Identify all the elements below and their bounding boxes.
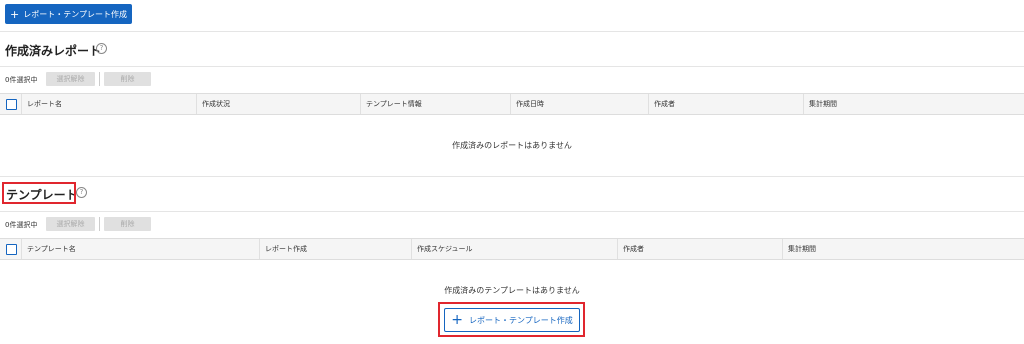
create-button-label: レポート・テンプレート作成 bbox=[23, 9, 127, 19]
select-all-checkbox[interactable] bbox=[6, 244, 17, 255]
divider bbox=[0, 31, 1024, 32]
plus-icon: + bbox=[10, 7, 20, 21]
templates-table-header: テンプレート名 レポート作成 作成スケジュール 作成者 集計期間 bbox=[0, 238, 1024, 260]
reports-table-header: レポート名 作成状況 テンプレート情報 作成日時 作成者 集計期間 bbox=[0, 93, 1024, 115]
help-icon[interactable]: ? bbox=[96, 43, 107, 54]
column-header-template-name[interactable]: テンプレート名 bbox=[21, 239, 76, 259]
column-header-status[interactable]: 作成状況 bbox=[196, 94, 230, 114]
reports-section-title: 作成済みレポート bbox=[5, 44, 102, 58]
selected-count: 0件選択中 bbox=[5, 76, 38, 84]
reports-empty-message: 作成済みのレポートはありません bbox=[452, 141, 572, 150]
divider bbox=[0, 211, 1024, 212]
create-report-template-button[interactable]: + レポート・テンプレート作成 bbox=[5, 4, 132, 24]
highlight-box bbox=[2, 182, 76, 204]
divider bbox=[0, 176, 1024, 177]
toolbar-separator bbox=[99, 72, 100, 86]
templates-empty-message: 作成済みのテンプレートはありません bbox=[444, 286, 580, 295]
toolbar-separator bbox=[99, 217, 100, 231]
deselect-button[interactable]: 選択解除 bbox=[46, 72, 95, 86]
column-header-period[interactable]: 集計期間 bbox=[803, 94, 837, 114]
highlight-box bbox=[438, 302, 585, 337]
divider bbox=[0, 66, 1024, 67]
select-all-checkbox[interactable] bbox=[6, 99, 17, 110]
column-header-creator[interactable]: 作成者 bbox=[648, 94, 675, 114]
column-header-report-name[interactable]: レポート名 bbox=[21, 94, 62, 114]
column-header-creator[interactable]: 作成者 bbox=[617, 239, 644, 259]
column-header-template-info[interactable]: テンプレート情報 bbox=[360, 94, 422, 114]
help-icon[interactable]: ? bbox=[76, 187, 87, 198]
selected-count: 0件選択中 bbox=[5, 221, 38, 229]
deselect-button[interactable]: 選択解除 bbox=[46, 217, 95, 231]
column-header-schedule[interactable]: 作成スケジュール bbox=[411, 239, 473, 259]
column-header-report-creation[interactable]: レポート作成 bbox=[259, 239, 307, 259]
column-header-period[interactable]: 集計期間 bbox=[782, 239, 816, 259]
delete-button[interactable]: 削除 bbox=[104, 72, 151, 86]
delete-button[interactable]: 削除 bbox=[104, 217, 151, 231]
column-header-created-date[interactable]: 作成日時 bbox=[510, 94, 544, 114]
